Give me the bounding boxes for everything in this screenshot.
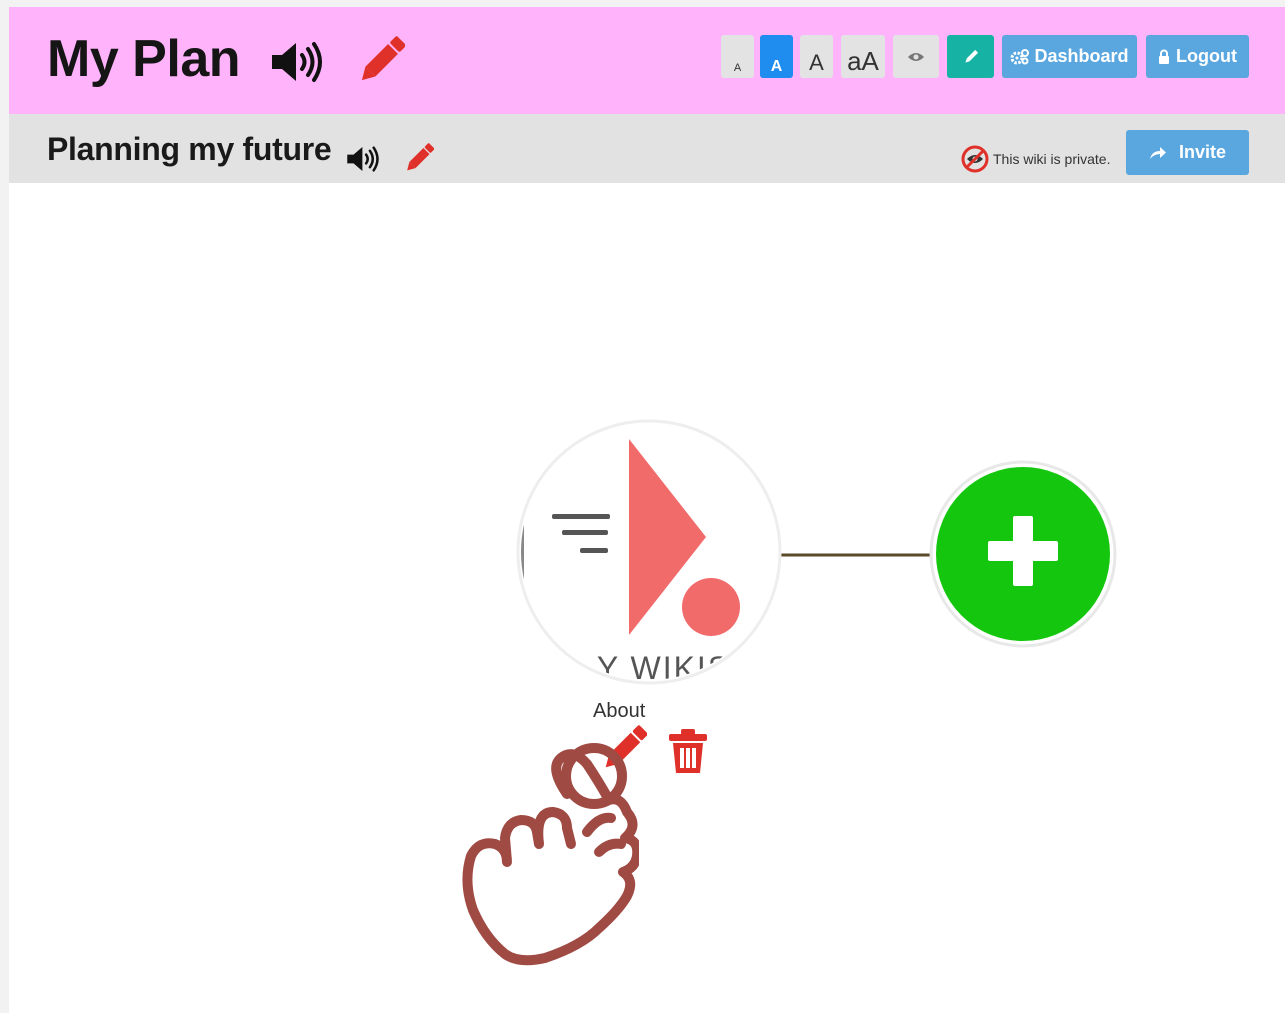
app-frame: My Plan A A A aA Dashboard Logout Planni…	[9, 7, 1285, 1013]
hand-pointer-icon	[462, 743, 639, 966]
node-label: About	[593, 700, 646, 722]
trash-icon[interactable]	[667, 728, 709, 774]
node-image[interactable]: Y WIKIS	[514, 417, 784, 687]
add-node-button[interactable]	[928, 459, 1118, 649]
